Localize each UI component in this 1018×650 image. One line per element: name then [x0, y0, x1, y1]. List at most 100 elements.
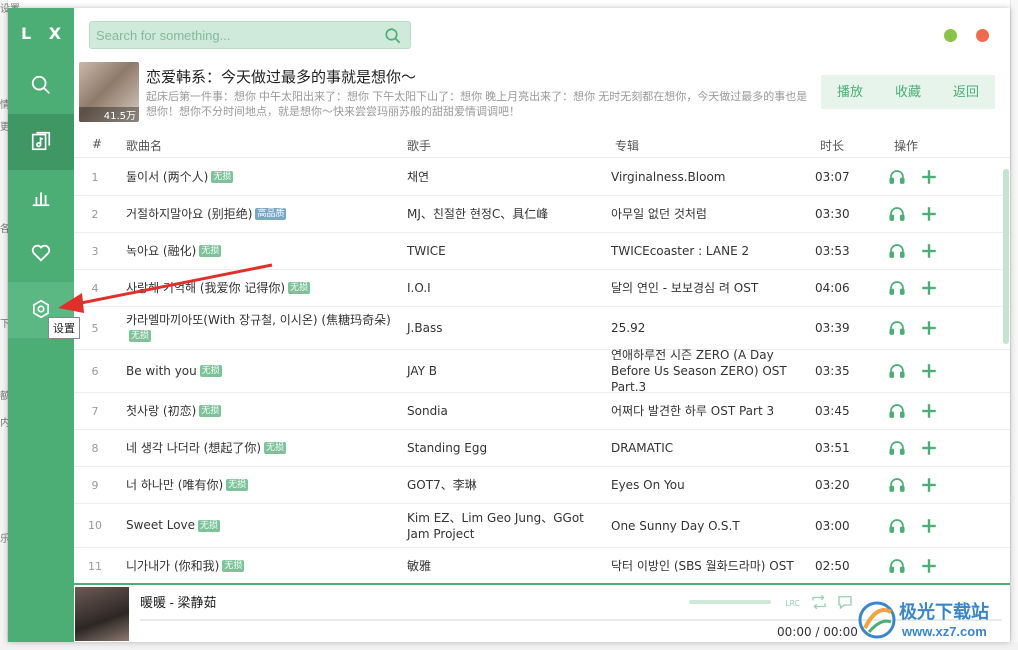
table-row[interactable]: 6 Be with you 无损 JAY B 연애하루전 시즌 ZERO (A Day … [74, 348, 1010, 394]
listen-headphones-icon[interactable] [888, 362, 906, 380]
repeat-icon[interactable] [810, 593, 828, 611]
row-index: 9 [91, 478, 99, 492]
search-icon[interactable] [384, 27, 402, 45]
add-plus-icon[interactable] [920, 439, 938, 457]
add-plus-icon[interactable] [920, 205, 938, 223]
duration: 03:51 [815, 441, 850, 455]
scrollbar-thumb[interactable] [1003, 169, 1009, 344]
lyrics-icon[interactable]: LRC [784, 593, 802, 611]
playback-time: 00:00 / 00:00 [777, 625, 858, 639]
listen-headphones-icon[interactable] [888, 279, 906, 297]
listen-headphones-icon[interactable] [888, 517, 906, 535]
add-plus-icon[interactable] [920, 319, 938, 337]
song-name-cell: 네 생각 나더라 (想起了你) 无损 [126, 430, 394, 466]
main-panel: 41.5万 恋爱韩系：今天做过最多的事就是想你～ 起床后第一件事：想你 中午太阳… [74, 8, 1010, 642]
duration: 03:30 [815, 207, 850, 221]
listen-headphones-icon[interactable] [888, 439, 906, 457]
add-plus-icon[interactable] [920, 476, 938, 494]
song-name-cell: Be with you 无损 [126, 350, 394, 392]
row-actions [888, 233, 948, 269]
duration: 03:53 [815, 244, 850, 258]
row-actions [888, 350, 948, 392]
table-row[interactable]: 5 카라멜마끼아또(With 장규철, 이시온) (焦糖玛奇朵) 无损 J.Bass 2… [74, 307, 1010, 350]
add-plus-icon[interactable] [920, 557, 938, 575]
table-row[interactable]: 10 Sweet Love 无损 Kim EZ、Lim Geo Jung、GGot J… [74, 504, 1010, 548]
listen-headphones-icon[interactable] [888, 242, 906, 260]
column-header-duration: 时长 [820, 139, 845, 153]
song-name: 녹아요 (融化) [126, 243, 197, 258]
table-row[interactable]: 3 녹아요 (融化) 无损 TWICE TWICEcoaster : LANE 2 03:… [74, 233, 1010, 270]
listen-headphones-icon[interactable] [888, 402, 906, 420]
listen-headphones-icon[interactable] [888, 168, 906, 186]
duration: 04:06 [815, 281, 850, 295]
add-plus-icon[interactable] [920, 279, 938, 297]
album: 닥터 이방인 (SBS 월화드라마) OST [611, 559, 794, 573]
listen-headphones-icon[interactable] [888, 205, 906, 223]
now-playing-cover[interactable] [75, 587, 129, 641]
add-plus-icon[interactable] [920, 168, 938, 186]
table-row[interactable]: 4 사랑해 기억해 (我爱你 记得你) 无损 I.O.I 달의 연인 - 보보경심 려 … [74, 270, 1010, 307]
singer: Standing Egg [407, 441, 488, 455]
nav-leaderboard[interactable] [8, 170, 74, 226]
playlist-title: 恋爱韩系：今天做过最多的事就是想你～ [146, 69, 417, 86]
singer: Kim EZ、Lim Geo Jung、GGot Jam Project [407, 510, 584, 541]
song-name: 니가내가 (你和我) [126, 558, 220, 573]
play-count: 41.5万 [79, 107, 139, 122]
add-plus-icon[interactable] [920, 242, 938, 260]
collect-button[interactable]: 收藏 [879, 75, 937, 109]
row-actions [888, 307, 948, 349]
app-logo: L X [20, 24, 68, 43]
add-plus-icon[interactable] [920, 362, 938, 380]
music-list-icon [30, 130, 52, 155]
row-actions [888, 270, 948, 306]
album: One Sunny Day O.S.T [611, 518, 740, 533]
singer: 敏雅 [407, 559, 432, 573]
volume-slider[interactable] [689, 600, 771, 604]
search-box [89, 21, 411, 49]
back-button[interactable]: 返回 [937, 75, 995, 109]
heart-icon [30, 242, 52, 267]
bar-chart-icon [30, 186, 52, 211]
play-all-button[interactable]: 播放 [821, 75, 879, 109]
search-input[interactable] [96, 27, 376, 43]
background-window-strip: 设置 情 更 各 下 额 内 乐 [0, 0, 20, 650]
row-index: 2 [91, 207, 99, 221]
add-plus-icon[interactable] [920, 517, 938, 535]
singer: TWICE [407, 244, 446, 258]
close-button[interactable] [976, 29, 989, 42]
row-actions [888, 548, 948, 583]
album: 아무일 없던 것처럼 [611, 207, 707, 221]
column-header-index: # [92, 137, 103, 151]
row-index: 11 [88, 559, 102, 573]
row-actions [888, 393, 948, 429]
row-index: 4 [91, 281, 99, 295]
listen-headphones-icon[interactable] [888, 319, 906, 337]
song-name-cell: Sweet Love 无损 [126, 504, 394, 547]
table-row[interactable]: 1 둘이서 (两个人) 无损 채연 Virginalness.Bloom 03:07 [74, 159, 1010, 196]
song-name: 너 하나만 (唯有你) [126, 477, 224, 492]
album: 어쩌다 발견한 하루 OST Part 3 [611, 404, 775, 418]
column-header-actions: 操作 [894, 139, 919, 153]
scrollbar[interactable] [1003, 159, 1009, 583]
row-index: 10 [88, 519, 102, 532]
listen-headphones-icon[interactable] [888, 557, 906, 575]
listen-headphones-icon[interactable] [888, 476, 906, 494]
row-index: 6 [91, 364, 99, 378]
table-row[interactable]: 7 첫사랑 (初恋) 无损 Sondia 어쩌다 발견한 하루 OST Part 3 03… [74, 393, 1010, 430]
table-row[interactable]: 8 네 생각 나더라 (想起了你) 无损 Standing Egg DRAMATIC 03… [74, 430, 1010, 467]
nav-search[interactable] [8, 58, 74, 114]
comment-icon[interactable] [836, 593, 854, 611]
table-row[interactable]: 2 거절하지말아요 (别拒绝) 高品质 MJ、친절한 현정C、具仁峰 아무일 없던 것처… [74, 196, 1010, 233]
table-row[interactable]: 9 너 하나만 (唯有你) 无损 GOT7、李琳 Eyes On You 03:20 [74, 467, 1010, 504]
row-index: 8 [91, 441, 99, 455]
add-plus-icon[interactable] [920, 402, 938, 420]
album: 연애하루전 시즌 ZERO (A Day Before Us Season ZE… [611, 348, 787, 394]
duration: 03:45 [815, 404, 850, 418]
table-row[interactable]: 11 니가내가 (你和我) 无损 敏雅 닥터 이방인 (SBS 월화드라마) OST 02… [74, 548, 1010, 583]
now-playing-title: 暖暖 - 梁静茹 [140, 595, 217, 610]
row-actions [888, 196, 948, 232]
nav-favorites[interactable] [8, 226, 74, 282]
minimize-button[interactable] [944, 29, 957, 42]
row-actions [888, 504, 948, 547]
nav-song-list[interactable] [8, 114, 74, 170]
